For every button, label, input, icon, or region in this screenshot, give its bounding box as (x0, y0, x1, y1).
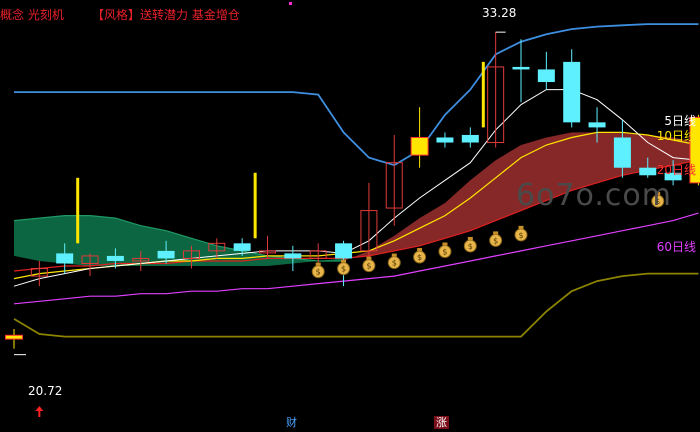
ma20-label: 20日线 (656, 163, 696, 177)
highlight-candle (410, 136, 429, 156)
concept-label: 概念 光刻机 (0, 8, 64, 22)
money-bag-knot (518, 225, 524, 229)
highlight-candle (5, 334, 23, 340)
down-candle (613, 137, 631, 168)
money-bag-knot (366, 256, 372, 260)
money-bag-knot (442, 242, 448, 246)
spike-marker (76, 177, 80, 244)
money-bag-knot (467, 236, 473, 240)
down-candle (56, 253, 74, 264)
money-bag-symbol: $ (366, 262, 371, 271)
down-candle (537, 69, 555, 83)
money-bag-symbol: $ (493, 236, 498, 245)
low-price-label: 20.72 (28, 384, 63, 398)
down-candle (233, 243, 251, 251)
money-bag-symbol: $ (392, 259, 397, 268)
down-candle (563, 61, 581, 123)
lower-band-line (13, 272, 699, 338)
down-candle (436, 137, 454, 143)
spike-marker (253, 172, 257, 239)
money-bag-symbol: $ (518, 231, 523, 240)
buy-arrow-icon (35, 406, 44, 417)
marker-dot (289, 2, 292, 5)
watermark: 6o7o.com (516, 178, 672, 213)
money-bag-symbol: $ (316, 268, 321, 277)
down-candle (106, 255, 124, 261)
style-label: 【风格】送转潜力 基金增仓 (92, 8, 240, 22)
down-candle (588, 122, 606, 128)
money-bag-knot (315, 262, 321, 266)
money-bag-symbol: $ (468, 242, 473, 251)
money-bag-symbol: $ (341, 265, 346, 274)
down-candle (461, 134, 479, 143)
kline-chart-panel[interactable]: $ $ $ $ $ $ $ $ $ $ 概念 光刻机 【风格】送转潜力 基金增仓 5日线 10日线… (0, 0, 700, 432)
money-bag-symbol: $ (442, 248, 447, 257)
money-bag-knot (417, 248, 423, 252)
money-bag-knot (341, 259, 347, 263)
down-candle (512, 66, 530, 70)
down-candle (639, 167, 657, 176)
ma10-label: 10日线 (656, 129, 696, 143)
ma60-label: 60日线 (656, 240, 696, 254)
high-price-label: 33.28 (482, 6, 517, 20)
money-bag-symbol: $ (417, 253, 422, 262)
money-bag-knot (493, 231, 499, 235)
spike-marker (481, 61, 485, 128)
down-candle (157, 250, 175, 259)
money-bag-knot (391, 253, 397, 257)
finance-tag[interactable]: 财 (284, 416, 299, 429)
candlestick-chart[interactable]: $ $ $ $$$$$$$ (0, 0, 700, 432)
down-candle (335, 243, 353, 259)
limit-up-tag[interactable]: 涨 (434, 416, 449, 429)
down-candle (284, 253, 302, 259)
